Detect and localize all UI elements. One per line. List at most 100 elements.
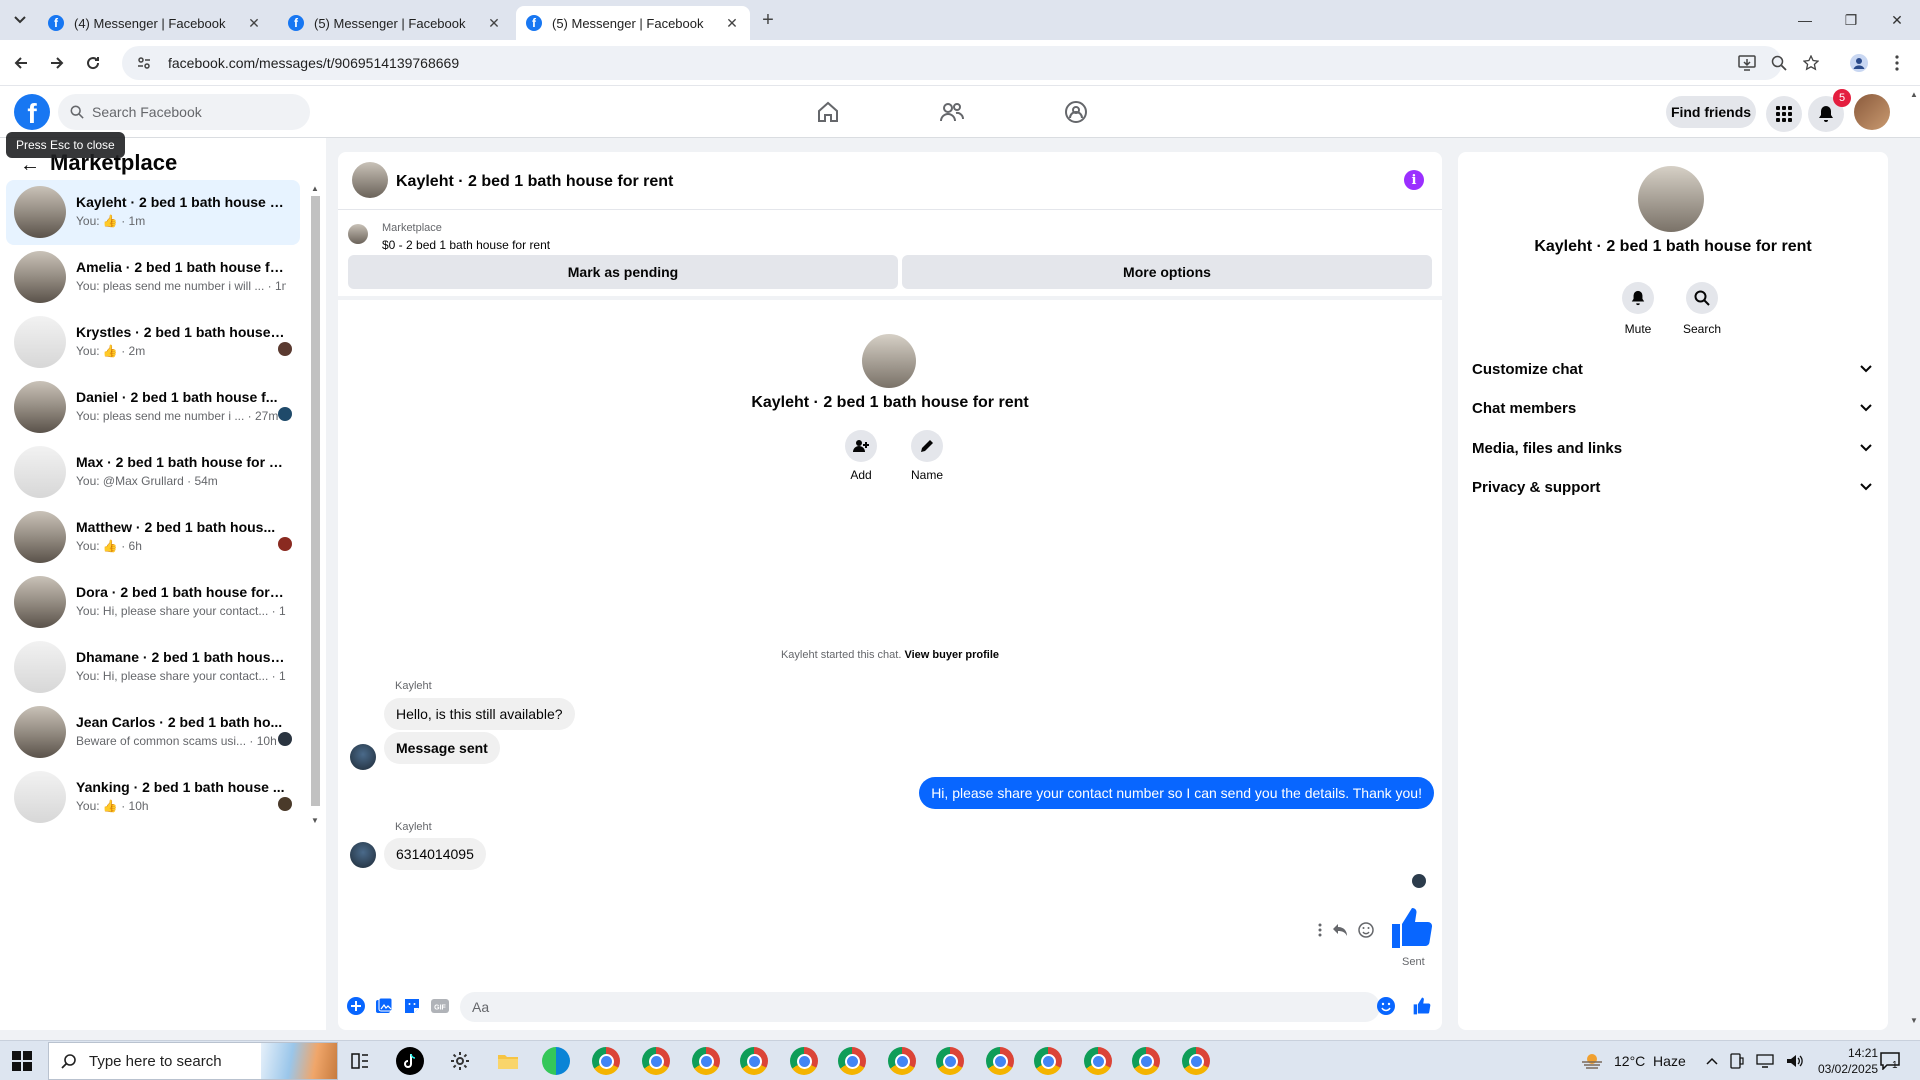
volume-icon[interactable] [1786, 1054, 1804, 1068]
scrollbar-thumb[interactable] [311, 196, 320, 806]
account-avatar[interactable] [1854, 94, 1890, 130]
conversation-item[interactable]: Dhamane · 2 bed 1 bath house f... You: H… [6, 635, 300, 700]
install-app-icon[interactable] [1736, 52, 1758, 74]
sidebar-scrollbar[interactable]: ▲ ▼ [308, 182, 322, 828]
forward-icon[interactable] [44, 50, 70, 76]
add-people-button[interactable]: Add [834, 430, 888, 482]
chrome-icon[interactable] [888, 1047, 916, 1075]
browser-tab-3-active[interactable]: f (5) Messenger | Facebook ✕ [516, 6, 750, 40]
conversation-item[interactable]: Krystles · 2 bed 1 bath house ... You: 👍… [6, 310, 300, 375]
media-files-links-section[interactable]: Media, files and links [1472, 433, 1872, 463]
reload-icon[interactable] [80, 50, 106, 76]
groups-icon[interactable] [1062, 98, 1090, 126]
chrome-icon[interactable] [642, 1047, 670, 1075]
chrome-icon[interactable] [740, 1047, 768, 1075]
chrome-icon[interactable] [592, 1047, 620, 1075]
name-chat-button[interactable]: Name [900, 430, 954, 482]
search-in-chat-button[interactable]: Search [1672, 282, 1732, 336]
taskbar-search-input[interactable]: Type here to search [48, 1042, 338, 1080]
scroll-down-icon[interactable]: ▼ [311, 816, 319, 825]
mute-button[interactable]: Mute [1608, 282, 1668, 336]
incoming-message[interactable]: Hello, is this still available? [384, 698, 575, 730]
windows-start-icon[interactable] [12, 1051, 32, 1071]
outgoing-message[interactable]: Hi, please share your contact number so … [919, 777, 1434, 809]
view-buyer-profile-link[interactable]: View buyer profile [904, 649, 999, 661]
reply-icon[interactable] [1332, 923, 1348, 937]
chrome-icon[interactable] [838, 1047, 866, 1075]
sender-avatar[interactable] [350, 842, 376, 868]
address-bar[interactable]: facebook.com/messages/t/9069514139768669 [122, 46, 1782, 80]
browser-menu-icon[interactable] [1886, 52, 1908, 74]
close-tab-icon[interactable]: ✕ [246, 15, 262, 32]
friends-icon[interactable] [938, 98, 966, 126]
chrome-icon[interactable] [986, 1047, 1014, 1075]
react-emoji-icon[interactable] [1358, 922, 1374, 938]
scroll-down-icon[interactable]: ▼ [1910, 1016, 1918, 1025]
chevron-up-icon[interactable] [1706, 1057, 1718, 1065]
browser-tab-2[interactable]: f (5) Messenger | Facebook ✕ [278, 6, 512, 40]
sticker-icon[interactable] [402, 996, 422, 1016]
zoom-icon[interactable] [1768, 52, 1790, 74]
privacy-support-section[interactable]: Privacy & support [1472, 472, 1872, 502]
chat-avatar[interactable] [352, 162, 388, 198]
page-scrollbar[interactable]: ▲ ▼ [1906, 86, 1920, 1030]
site-info-icon[interactable] [136, 55, 154, 71]
edge-browser-icon[interactable] [542, 1047, 570, 1075]
notification-center-icon[interactable]: 1 [1880, 1041, 1900, 1080]
file-explorer-icon[interactable] [494, 1047, 522, 1075]
chat-members-section[interactable]: Chat members [1472, 393, 1872, 423]
close-window-button[interactable]: ✕ [1874, 0, 1920, 40]
facebook-logo-icon[interactable]: f [14, 94, 50, 130]
more-options-button[interactable]: More options [902, 255, 1432, 289]
facebook-search-input[interactable]: Search Facebook [58, 94, 310, 130]
customize-chat-section[interactable]: Customize chat [1472, 354, 1872, 384]
plus-actions-icon[interactable] [346, 996, 366, 1016]
chrome-icon[interactable] [1182, 1047, 1210, 1075]
find-friends-button[interactable]: Find friends [1666, 96, 1756, 128]
scroll-up-icon[interactable]: ▲ [311, 184, 319, 193]
tab-search-menu-button[interactable] [8, 8, 32, 32]
more-actions-icon[interactable] [1318, 923, 1322, 937]
conversation-item[interactable]: Amelia · 2 bed 1 bath house for ... You:… [6, 245, 300, 310]
emoji-icon[interactable] [1376, 996, 1396, 1016]
chrome-icon[interactable] [1034, 1047, 1062, 1075]
device-icon[interactable] [1730, 1053, 1744, 1069]
tiktok-icon[interactable] [396, 1047, 424, 1075]
mark-as-pending-button[interactable]: Mark as pending [348, 255, 898, 289]
conversation-item[interactable]: Daniel · 2 bed 1 bath house f... You: pl… [6, 375, 300, 440]
chrome-icon[interactable] [1084, 1047, 1112, 1075]
chrome-icon[interactable] [790, 1047, 818, 1075]
send-like-icon[interactable] [1412, 996, 1432, 1016]
restore-button[interactable]: ❐ [1828, 0, 1874, 40]
chrome-icon[interactable] [692, 1047, 720, 1075]
close-tab-icon[interactable]: ✕ [486, 15, 502, 32]
info-icon[interactable]: i [1404, 170, 1424, 190]
network-icon[interactable] [1756, 1054, 1774, 1068]
task-view-icon[interactable] [346, 1047, 374, 1075]
incoming-message[interactable]: 6314014095 [384, 838, 486, 870]
conversation-item[interactable]: Max · 2 bed 1 bath house for rent You: @… [6, 440, 300, 505]
scroll-up-icon[interactable]: ▲ [1910, 90, 1918, 99]
incoming-message[interactable]: Message sent [384, 732, 500, 764]
new-tab-button[interactable]: + [756, 8, 780, 32]
conversation-item[interactable]: Matthew · 2 bed 1 bath hous... You: 👍 · … [6, 505, 300, 570]
minimize-button[interactable]: — [1782, 0, 1828, 40]
chrome-icon[interactable] [1132, 1047, 1160, 1075]
back-icon[interactable] [8, 50, 34, 76]
profile-icon[interactable] [1848, 52, 1870, 74]
conversation-item[interactable]: Yanking · 2 bed 1 bath house ... You: 👍 … [6, 765, 300, 830]
menu-grid-icon[interactable] [1766, 96, 1802, 132]
close-tab-icon[interactable]: ✕ [724, 15, 740, 32]
chrome-icon[interactable] [936, 1047, 964, 1075]
conversation-item[interactable]: Kayleht · 2 bed 1 bath house for... You:… [6, 180, 300, 245]
bookmark-star-icon[interactable] [1800, 52, 1822, 74]
settings-gear-icon[interactable] [446, 1047, 474, 1075]
message-input[interactable]: Aa [460, 992, 1380, 1022]
sender-avatar[interactable] [350, 744, 376, 770]
gif-icon[interactable]: GIF [430, 996, 450, 1016]
conversation-item[interactable]: Dora · 2 bed 1 bath house for rent You: … [6, 570, 300, 635]
home-icon[interactable] [814, 98, 842, 126]
attach-image-icon[interactable] [374, 996, 394, 1016]
sent-like-thumb-icon[interactable] [1388, 904, 1436, 952]
conversation-item[interactable]: Jean Carlos · 2 bed 1 bath ho... Beware … [6, 700, 300, 765]
